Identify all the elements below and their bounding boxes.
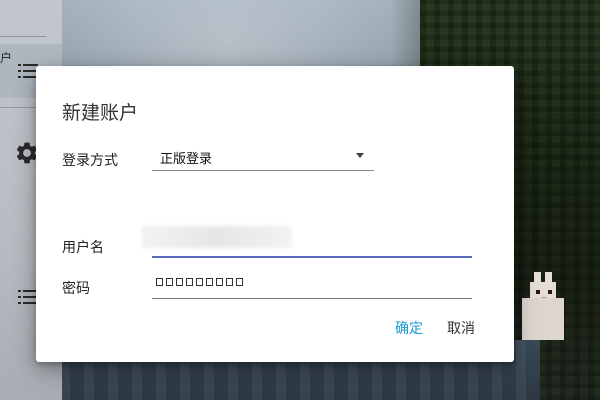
confirm-button[interactable]: 确定 xyxy=(395,318,423,338)
background-rabbit xyxy=(520,272,570,342)
password-mask-char xyxy=(226,278,233,286)
password-mask-char xyxy=(206,278,213,286)
caret-down-icon xyxy=(356,153,364,158)
password-input[interactable] xyxy=(152,268,472,299)
sidebar-divider xyxy=(0,36,46,37)
rabbit-eye xyxy=(548,290,552,294)
password-mask-char xyxy=(216,278,223,286)
login-method-select[interactable]: 正版登录 xyxy=(152,142,374,171)
password-mask-char xyxy=(196,278,203,286)
sidebar-item-label: 户 xyxy=(0,51,13,65)
new-account-dialog: 新建账户 登录方式 正版登录 用户名 密码 确定 取消 xyxy=(36,66,514,362)
password-mask-char xyxy=(186,278,193,286)
login-method-value: 正版登录 xyxy=(160,152,213,167)
username-input[interactable] xyxy=(142,222,472,258)
app-window: 户 新建账户 登录方式 正版登录 用户名 密码 确定 取消 xyxy=(0,0,600,400)
username-label: 用户名 xyxy=(62,240,104,256)
cancel-button[interactable]: 取消 xyxy=(447,318,475,338)
rabbit-body xyxy=(522,298,564,340)
password-mask-char xyxy=(166,278,173,286)
rabbit-eye xyxy=(536,290,540,294)
list-icon xyxy=(18,290,38,304)
password-mask xyxy=(156,278,243,286)
dialog-title: 新建账户 xyxy=(62,102,139,124)
login-method-label: 登录方式 xyxy=(62,153,118,169)
password-label: 密码 xyxy=(62,281,90,297)
password-mask-char xyxy=(236,278,243,286)
password-mask-char xyxy=(176,278,183,286)
list-icon xyxy=(18,64,38,78)
redacted-username xyxy=(142,226,292,248)
password-mask-char xyxy=(156,278,163,286)
